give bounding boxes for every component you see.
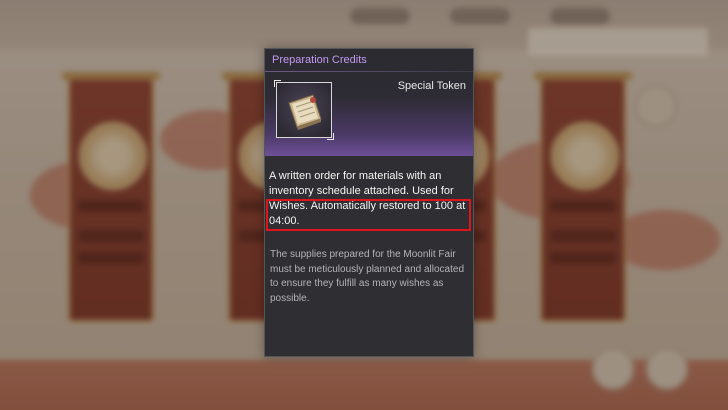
item-detail-card: Preparation Credits Special Token A writ… <box>264 48 474 357</box>
card-header: Preparation Credits Special Token <box>265 49 473 156</box>
recipe-book-icon <box>288 94 322 130</box>
title-divider <box>265 71 473 72</box>
item-lore-text: The supplies prepared for the Moonlit Fa… <box>270 249 465 304</box>
item-icon-frame <box>274 80 334 140</box>
item-type-label: Special Token <box>397 80 466 92</box>
item-title: Preparation Credits <box>272 54 367 66</box>
highlight-annotation <box>266 199 471 231</box>
